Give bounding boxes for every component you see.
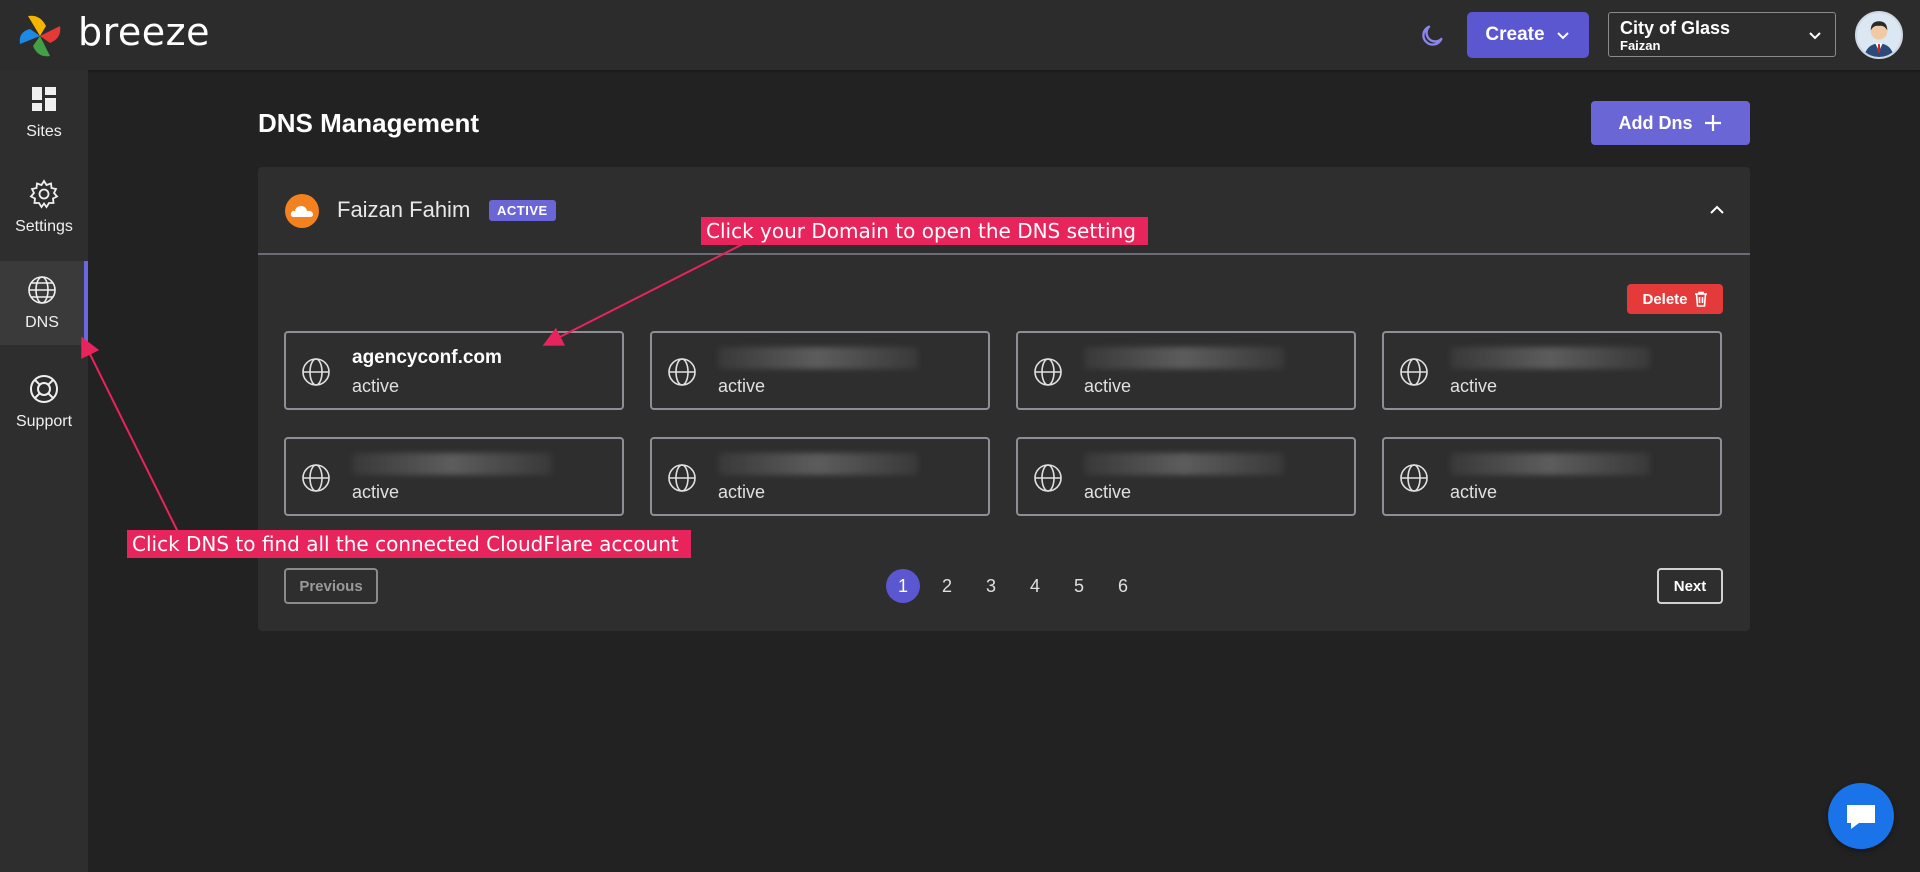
site-selector[interactable]: City of Glass Faizan: [1608, 12, 1836, 57]
domain-card[interactable]: active: [1382, 331, 1722, 410]
lifebuoy-icon: [30, 375, 58, 403]
domain-status: active: [1450, 482, 1498, 502]
globe-icon: [28, 276, 56, 304]
account-name: Faizan Fahim: [337, 197, 471, 222]
globe-icon: [1400, 358, 1428, 386]
sidebar-item-label: DNS: [25, 314, 59, 331]
trash-icon: [1694, 291, 1707, 307]
chevron-up-icon[interactable]: [1708, 201, 1726, 219]
domain-name: agencyconf.com: [352, 347, 502, 368]
redacted-domain-name: [352, 453, 552, 475]
page-4-button[interactable]: 4: [1018, 569, 1052, 603]
dark-mode-moon-icon[interactable]: [1418, 22, 1446, 50]
domain-status: active: [352, 482, 400, 502]
sidebar: Sites Settings DNS Support: [0, 70, 88, 872]
redacted-domain-name: [1450, 347, 1650, 369]
page-title: DNS Management: [258, 108, 480, 138]
add-dns-button[interactable]: Add Dns: [1591, 101, 1750, 145]
user-avatar[interactable]: [1855, 11, 1903, 59]
redacted-domain-name: [718, 347, 918, 369]
page-1-button[interactable]: 1: [886, 569, 920, 603]
globe-icon: [302, 464, 330, 492]
site-selector-owner: Faizan: [1620, 38, 1661, 53]
pagination: 1 2 3 4 5 6: [886, 569, 1140, 603]
globe-icon: [668, 464, 696, 492]
chat-bubble-icon: [1847, 805, 1875, 829]
page-6-button[interactable]: 6: [1106, 569, 1140, 603]
sidebar-item-settings[interactable]: Settings: [0, 165, 88, 249]
top-bar: breeze Create City of Glass Faizan: [0, 0, 1920, 70]
domain-card[interactable]: active: [1016, 331, 1356, 410]
delete-button-label: Delete: [1642, 290, 1688, 308]
chevron-down-icon: [1556, 32, 1569, 40]
domain-hint-annotation: Click your Domain to open the DNS settin…: [701, 217, 1148, 245]
redacted-domain-name: [1450, 453, 1650, 475]
domain-status: active: [1084, 482, 1132, 502]
globe-icon: [668, 358, 696, 386]
dashboard-icon: [32, 87, 56, 111]
site-selector-name: City of Glass: [1620, 18, 1731, 38]
redacted-domain-name: [1084, 347, 1284, 369]
page-3-button[interactable]: 3: [974, 569, 1008, 603]
dns-hint-arrow: [81, 336, 179, 533]
create-button[interactable]: Create: [1467, 12, 1589, 58]
next-button[interactable]: Next: [1657, 568, 1723, 604]
redacted-domain-name: [718, 453, 918, 475]
sidebar-item-label: Support: [15, 413, 73, 430]
breeze-logo-icon[interactable]: [16, 12, 64, 60]
sidebar-item-label: Settings: [15, 218, 73, 235]
domain-card[interactable]: active: [284, 437, 624, 516]
sidebar-item-support[interactable]: Support: [0, 360, 88, 444]
dns-hint-annotation: Click DNS to find all the connected Clou…: [127, 530, 691, 558]
domain-status: active: [352, 376, 400, 396]
gear-icon: [29, 179, 59, 209]
delete-button[interactable]: Delete: [1627, 284, 1723, 314]
sidebar-item-sites[interactable]: Sites: [0, 70, 88, 154]
sidebar-item-label: Sites: [26, 123, 62, 140]
domain-status: active: [718, 482, 766, 502]
chevron-down-icon: [1809, 32, 1821, 40]
globe-icon: [1034, 358, 1062, 386]
globe-icon: [1034, 464, 1062, 492]
domain-status: active: [718, 376, 766, 396]
add-dns-label: Add Dns: [1618, 112, 1693, 133]
chat-support-button[interactable]: [1828, 783, 1894, 849]
domain-status: active: [1084, 376, 1132, 396]
sidebar-item-dns[interactable]: DNS: [0, 261, 88, 345]
status-badge: ACTIVE: [489, 200, 556, 221]
domain-card[interactable]: active: [1016, 437, 1356, 516]
page-2-button[interactable]: 2: [930, 569, 964, 603]
redacted-domain-name: [1084, 453, 1284, 475]
globe-icon: [302, 358, 330, 386]
cloudflare-icon: [285, 194, 319, 228]
globe-icon: [1400, 464, 1428, 492]
plus-icon: [1704, 115, 1721, 131]
brand-name[interactable]: breeze: [78, 10, 210, 54]
previous-button[interactable]: Previous: [284, 568, 378, 604]
domain-status: active: [1450, 376, 1498, 396]
domain-card[interactable]: active: [1382, 437, 1722, 516]
create-button-label: Create: [1485, 24, 1545, 45]
domain-card[interactable]: active: [650, 331, 990, 410]
domain-card[interactable]: active: [650, 437, 990, 516]
domain-card[interactable]: agencyconf.com active: [284, 331, 624, 410]
user-avatar-icon: [1857, 13, 1901, 57]
page-5-button[interactable]: 5: [1062, 569, 1096, 603]
